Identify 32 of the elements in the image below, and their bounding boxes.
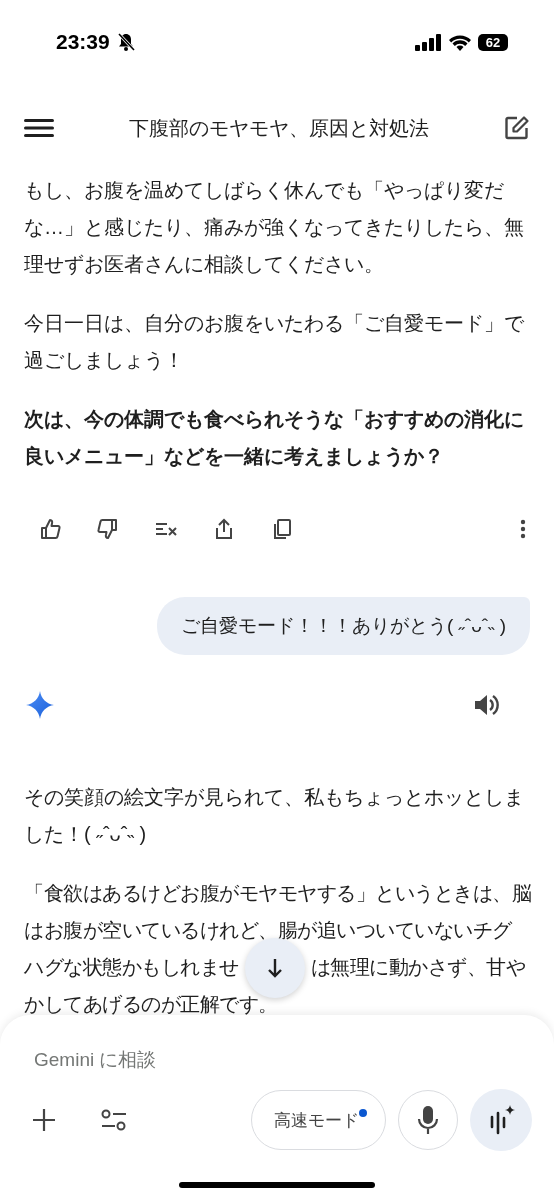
signal-icon [415,33,442,51]
battery-level: 62 [478,33,508,51]
chat-text-line: ハグな状態かもしれませ [24,955,239,980]
sparkle-icon [26,691,54,719]
muted-bell-icon [115,32,136,52]
chat-text-line: は無理に動かさず、甘や [310,955,525,980]
new-chat-button[interactable] [504,115,530,141]
chat-paragraph: その笑顔の絵文字が見られて、私もちょっとホッとしました！( ˶ˆᴗˆ˵ ) [24,785,525,847]
microphone-icon [417,1105,439,1135]
arrow-down-icon [266,957,283,978]
menu-icon [24,118,54,138]
thumbs-up-icon [38,517,62,541]
chat-text-line: 「食欲はあるけどお腹がモヤモヤする」というときは、脳 [24,881,531,906]
chat-paragraph: 今日一日は、自分のお腹をいたわる「ご自愛モード」で過ごしましょう！ [24,311,525,373]
mode-button[interactable]: 高速モード [251,1090,386,1150]
tools-icon [100,1108,128,1132]
prompt-field[interactable]: Gemini に相談 [34,1045,530,1075]
menu-button[interactable] [24,118,54,138]
chat-title: 下腹部のモヤモヤ、原因と対処法 [129,115,429,141]
chat-text-line: かしてあげるのが正解です。 [24,992,278,1017]
chat-text-line: はお腹が空いているけれど、腸が追いついていないチグ [24,918,512,943]
user-message: ご自愛モード！！！ありがとう( ˶ˆᴗˆ˵ ) [156,597,530,655]
speaker-icon [472,692,500,718]
clock-time: 23:39 [56,30,110,54]
edit-icon [504,115,530,141]
thumbs-down-icon [96,517,120,541]
chat-paragraph: もし、お腹を温めてしばらく休んでも「やっぱり変だな…」と感じたり、痛みが強くなってきたりしたら、無理せずお医者さんに相談してください。 [24,178,525,277]
wifi-icon [448,33,472,51]
chat-paragraph: 次は、今の体調でも食べられそうな「おすすめの消化に良いメニュー」などを一緒に考えましょうか？ [24,407,525,469]
plus-icon [32,1108,56,1132]
read-aloud-button[interactable] [472,692,500,718]
more-vertical-icon [520,519,526,539]
